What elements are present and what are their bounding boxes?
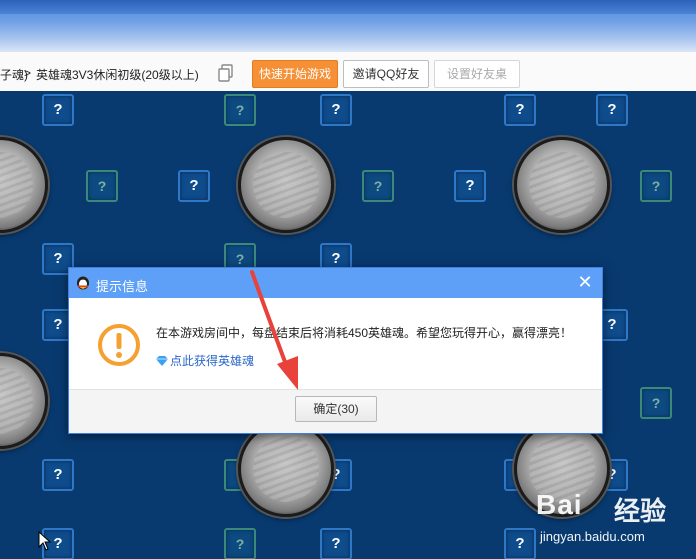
get-hero-soul-link[interactable]: 点此获得英雄魂 (156, 352, 254, 369)
seat-question-mark: ? (651, 395, 661, 411)
seat-slot[interactable]: ? (320, 94, 352, 126)
seat-slot[interactable]: ? (224, 94, 256, 126)
info-dialog: 提示信息 ✕ 在本游戏房间中，每盘结束后将消耗450英雄魂。希望您玩得开心，赢得… (68, 267, 603, 434)
ok-button[interactable]: 确定(30) (295, 396, 377, 422)
seat-question-mark: ? (235, 536, 245, 552)
diamond-icon (156, 356, 168, 366)
dialog-titlebar[interactable]: 提示信息 ✕ (69, 268, 602, 298)
seat-question-mark: ? (465, 177, 475, 194)
seat-question-mark: ? (189, 177, 199, 194)
seat-question-mark: ? (53, 101, 63, 118)
dialog-title: 提示信息 (96, 279, 149, 294)
game-table[interactable] (514, 137, 610, 233)
breadcrumb-current-room: 英雄魂3V3休闲初级(20级以上) (36, 68, 199, 82)
seat-question-mark: ? (53, 250, 63, 267)
seat-question-mark: ? (53, 466, 63, 483)
seat-question-mark: ? (53, 535, 63, 552)
copy-icon[interactable] (218, 64, 234, 82)
dialog-message: 在本游戏房间中，每盘结束后将消耗450英雄魂。希望您玩得开心，赢得漂亮！ (156, 326, 573, 340)
friend-table-settings-button[interactable]: 设置好友桌 (434, 60, 520, 88)
seat-question-mark: ? (515, 101, 525, 118)
window-header (0, 0, 696, 52)
seat-question-mark: ? (607, 101, 617, 118)
close-icon[interactable]: ✕ (576, 273, 594, 291)
watermark-brand: Bai (536, 489, 583, 520)
window-titlebar-strip (0, 0, 696, 14)
seat-slot[interactable]: ? (454, 170, 486, 202)
seat-question-mark: ? (373, 178, 383, 194)
seat-slot[interactable]: ? (504, 94, 536, 126)
seat-slot[interactable]: ? (178, 170, 210, 202)
seat-slot[interactable]: ? (224, 528, 256, 559)
game-table[interactable] (0, 137, 48, 233)
seat-slot[interactable]: ? (42, 459, 74, 491)
seat-slot[interactable]: ? (596, 94, 628, 126)
seat-slot[interactable]: ? (504, 528, 536, 559)
mouse-cursor-icon (38, 531, 52, 551)
seat-question-mark: ? (651, 178, 661, 194)
seat-question-mark: ? (515, 535, 525, 552)
seat-question-mark: ? (331, 250, 341, 267)
game-table[interactable] (238, 137, 334, 233)
watermark-url: jingyan.baidu.com (540, 529, 645, 544)
qq-penguin-icon (77, 276, 89, 290)
game-table[interactable] (238, 421, 334, 517)
seat-slot[interactable]: ? (86, 170, 118, 202)
seat-question-mark: ? (97, 178, 107, 194)
breadcrumb-separator: > (24, 66, 32, 80)
invite-qq-friends-button[interactable]: 邀请QQ好友 (343, 60, 429, 88)
seat-slot[interactable]: ? (640, 170, 672, 202)
quick-start-button[interactable]: 快速开始游戏 (252, 60, 338, 88)
warning-icon (98, 324, 140, 366)
game-table[interactable] (0, 353, 48, 449)
seat-question-mark: ? (235, 102, 245, 118)
seat-question-mark: ? (235, 251, 245, 267)
seat-slot[interactable]: ? (320, 528, 352, 559)
seat-slot[interactable]: ? (362, 170, 394, 202)
baidu-jingyan-watermark: Bai 经验 jingyan.baidu.com (536, 483, 694, 555)
get-hero-soul-link-text[interactable]: 点此获得英雄魂 (170, 354, 254, 368)
seat-question-mark: ? (53, 316, 63, 333)
seat-slot[interactable]: ? (42, 94, 74, 126)
seat-question-mark: ? (331, 101, 341, 118)
seat-question-mark: ? (607, 316, 617, 333)
seat-question-mark: ? (331, 535, 341, 552)
seat-slot[interactable]: ? (640, 387, 672, 419)
watermark-jingyan: 经验 (614, 497, 667, 527)
